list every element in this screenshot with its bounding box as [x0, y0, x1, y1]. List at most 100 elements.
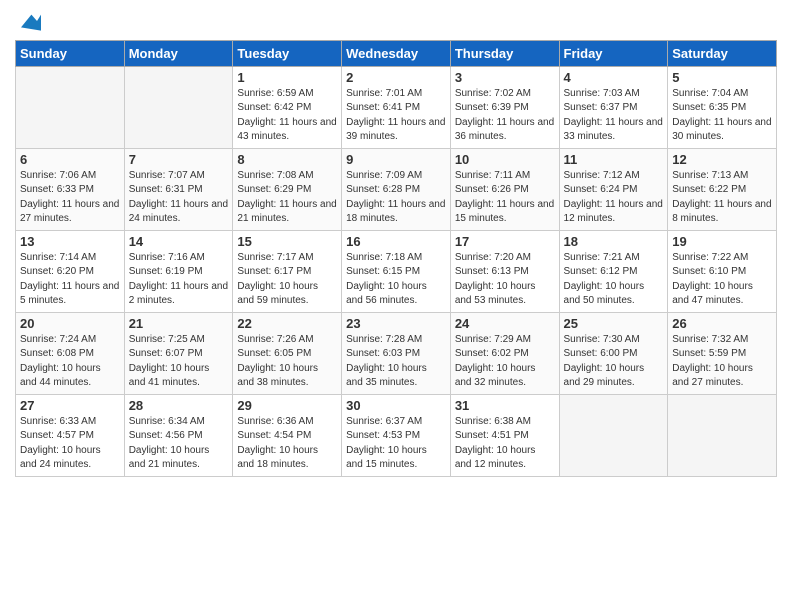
header [15, 10, 777, 32]
day-number: 2 [346, 70, 446, 85]
day-cell: 21 Sunrise: 7:25 AM Sunset: 6:07 PM Dayli… [124, 312, 233, 394]
col-header-tuesday: Tuesday [233, 40, 342, 66]
day-number: 9 [346, 152, 446, 167]
day-cell: 5 Sunrise: 7:04 AM Sunset: 6:35 PM Daylig… [668, 66, 777, 148]
day-cell: 10Sunrise: 7:11 AM Sunset: 6:26 PM Dayli… [450, 148, 559, 230]
day-detail: Sunrise: 7:08 AM Sunset: 6:29 PM Dayligh… [237, 169, 337, 227]
day-detail: Sunrise: 7:18 AM Sunset: 6:15 PM Dayligh… [346, 251, 446, 309]
day-detail: Sunrise: 7:16 AM Sunset: 6:19 PM Dayligh… [129, 251, 229, 309]
day-number: 28 [129, 398, 229, 413]
day-detail: Sunrise: 7:03 AM Sunset: 6:37 PM Dayligh… [564, 87, 664, 145]
day-number: 14 [129, 234, 229, 249]
day-detail: Sunrise: 7:13 AM Sunset: 6:22 PM Dayligh… [672, 169, 772, 227]
day-cell: 9 Sunrise: 7:09 AM Sunset: 6:28 PM Daylig… [342, 148, 451, 230]
day-detail: Sunrise: 7:28 AM Sunset: 6:03 PM Dayligh… [346, 333, 446, 391]
day-number: 25 [564, 316, 664, 331]
day-cell: 28 Sunrise: 6:34 AM Sunset: 4:56 PM Dayli… [124, 394, 233, 476]
day-number: 21 [129, 316, 229, 331]
day-cell: 15Sunrise: 7:17 AM Sunset: 6:17 PM Dayli… [233, 230, 342, 312]
day-detail: Sunrise: 7:02 AM Sunset: 6:39 PM Dayligh… [455, 87, 555, 145]
day-number: 26 [672, 316, 772, 331]
col-header-friday: Friday [559, 40, 668, 66]
day-detail: Sunrise: 7:09 AM Sunset: 6:28 PM Dayligh… [346, 169, 446, 227]
day-cell: 31Sunrise: 6:38 AM Sunset: 4:51 PM Dayli… [450, 394, 559, 476]
day-cell: 3 Sunrise: 7:02 AM Sunset: 6:39 PM Daylig… [450, 66, 559, 148]
day-detail: Sunrise: 7:17 AM Sunset: 6:17 PM Dayligh… [237, 251, 337, 309]
day-detail: Sunrise: 7:26 AM Sunset: 6:05 PM Dayligh… [237, 333, 337, 391]
day-detail: Sunrise: 7:32 AM Sunset: 5:59 PM Dayligh… [672, 333, 772, 391]
day-cell: 2 Sunrise: 7:01 AM Sunset: 6:41 PM Daylig… [342, 66, 451, 148]
day-detail: Sunrise: 7:22 AM Sunset: 6:10 PM Dayligh… [672, 251, 772, 309]
day-number: 11 [564, 152, 664, 167]
week-row-2: 6 Sunrise: 7:06 AM Sunset: 6:33 PM Daylig… [16, 148, 777, 230]
day-detail: Sunrise: 6:38 AM Sunset: 4:51 PM Dayligh… [455, 415, 555, 473]
day-cell [16, 66, 125, 148]
week-row-1: 1Sunrise: 6:59 AM Sunset: 6:42 PM Daylig… [16, 66, 777, 148]
day-cell [559, 394, 668, 476]
logo-arrow-icon [17, 11, 41, 31]
page: SundayMondayTuesdayWednesdayThursdayFrid… [0, 0, 792, 487]
day-number: 22 [237, 316, 337, 331]
day-detail: Sunrise: 7:24 AM Sunset: 6:08 PM Dayligh… [20, 333, 120, 391]
day-number: 6 [20, 152, 120, 167]
day-detail: Sunrise: 6:37 AM Sunset: 4:53 PM Dayligh… [346, 415, 446, 473]
day-cell: 25 Sunrise: 7:30 AM Sunset: 6:00 PM Dayli… [559, 312, 668, 394]
day-detail: Sunrise: 7:01 AM Sunset: 6:41 PM Dayligh… [346, 87, 446, 145]
day-detail: Sunrise: 7:07 AM Sunset: 6:31 PM Dayligh… [129, 169, 229, 227]
day-cell: 27 Sunrise: 6:33 AM Sunset: 4:57 PM Dayli… [16, 394, 125, 476]
header-row: SundayMondayTuesdayWednesdayThursdayFrid… [16, 40, 777, 66]
day-detail: Sunrise: 7:06 AM Sunset: 6:33 PM Dayligh… [20, 169, 120, 227]
week-row-4: 20 Sunrise: 7:24 AM Sunset: 6:08 PM Dayli… [16, 312, 777, 394]
day-cell: 23 Sunrise: 7:28 AM Sunset: 6:03 PM Dayli… [342, 312, 451, 394]
day-number: 19 [672, 234, 772, 249]
day-detail: Sunrise: 7:20 AM Sunset: 6:13 PM Dayligh… [455, 251, 555, 309]
day-number: 27 [20, 398, 120, 413]
day-cell: 29 Sunrise: 6:36 AM Sunset: 4:54 PM Dayli… [233, 394, 342, 476]
day-number: 29 [237, 398, 337, 413]
day-number: 18 [564, 234, 664, 249]
day-detail: Sunrise: 6:33 AM Sunset: 4:57 PM Dayligh… [20, 415, 120, 473]
week-row-3: 13Sunrise: 7:14 AM Sunset: 6:20 PM Dayli… [16, 230, 777, 312]
day-number: 16 [346, 234, 446, 249]
day-cell: 19 Sunrise: 7:22 AM Sunset: 6:10 PM Dayli… [668, 230, 777, 312]
day-cell: 7 Sunrise: 7:07 AM Sunset: 6:31 PM Daylig… [124, 148, 233, 230]
day-cell: 1Sunrise: 6:59 AM Sunset: 6:42 PM Daylig… [233, 66, 342, 148]
day-detail: Sunrise: 7:29 AM Sunset: 6:02 PM Dayligh… [455, 333, 555, 391]
day-detail: Sunrise: 7:30 AM Sunset: 6:00 PM Dayligh… [564, 333, 664, 391]
day-number: 7 [129, 152, 229, 167]
day-number: 8 [237, 152, 337, 167]
day-number: 3 [455, 70, 555, 85]
day-detail: Sunrise: 7:12 AM Sunset: 6:24 PM Dayligh… [564, 169, 664, 227]
day-detail: Sunrise: 6:34 AM Sunset: 4:56 PM Dayligh… [129, 415, 229, 473]
day-detail: Sunrise: 7:04 AM Sunset: 6:35 PM Dayligh… [672, 87, 772, 145]
day-number: 5 [672, 70, 772, 85]
day-cell: 11 Sunrise: 7:12 AM Sunset: 6:24 PM Dayli… [559, 148, 668, 230]
day-cell: 20 Sunrise: 7:24 AM Sunset: 6:08 PM Dayli… [16, 312, 125, 394]
day-cell: 30 Sunrise: 6:37 AM Sunset: 4:53 PM Dayli… [342, 394, 451, 476]
day-cell: 18 Sunrise: 7:21 AM Sunset: 6:12 PM Dayli… [559, 230, 668, 312]
col-header-sunday: Sunday [16, 40, 125, 66]
col-header-thursday: Thursday [450, 40, 559, 66]
day-cell: 13Sunrise: 7:14 AM Sunset: 6:20 PM Dayli… [16, 230, 125, 312]
day-cell: 8 Sunrise: 7:08 AM Sunset: 6:29 PM Daylig… [233, 148, 342, 230]
day-number: 20 [20, 316, 120, 331]
day-number: 30 [346, 398, 446, 413]
day-detail: Sunrise: 7:21 AM Sunset: 6:12 PM Dayligh… [564, 251, 664, 309]
day-cell: 4 Sunrise: 7:03 AM Sunset: 6:37 PM Daylig… [559, 66, 668, 148]
day-cell [124, 66, 233, 148]
day-number: 24 [455, 316, 555, 331]
logo [15, 10, 41, 32]
day-cell: 24 Sunrise: 7:29 AM Sunset: 6:02 PM Dayli… [450, 312, 559, 394]
day-cell: 22 Sunrise: 7:26 AM Sunset: 6:05 PM Dayli… [233, 312, 342, 394]
day-detail: Sunrise: 7:25 AM Sunset: 6:07 PM Dayligh… [129, 333, 229, 391]
day-detail: Sunrise: 6:36 AM Sunset: 4:54 PM Dayligh… [237, 415, 337, 473]
col-header-wednesday: Wednesday [342, 40, 451, 66]
calendar-table: SundayMondayTuesdayWednesdayThursdayFrid… [15, 40, 777, 477]
day-cell: 12Sunrise: 7:13 AM Sunset: 6:22 PM Dayli… [668, 148, 777, 230]
day-number: 4 [564, 70, 664, 85]
day-cell: 14 Sunrise: 7:16 AM Sunset: 6:19 PM Dayli… [124, 230, 233, 312]
day-number: 23 [346, 316, 446, 331]
day-detail: Sunrise: 7:14 AM Sunset: 6:20 PM Dayligh… [20, 251, 120, 309]
day-number: 1 [237, 70, 337, 85]
day-cell [668, 394, 777, 476]
